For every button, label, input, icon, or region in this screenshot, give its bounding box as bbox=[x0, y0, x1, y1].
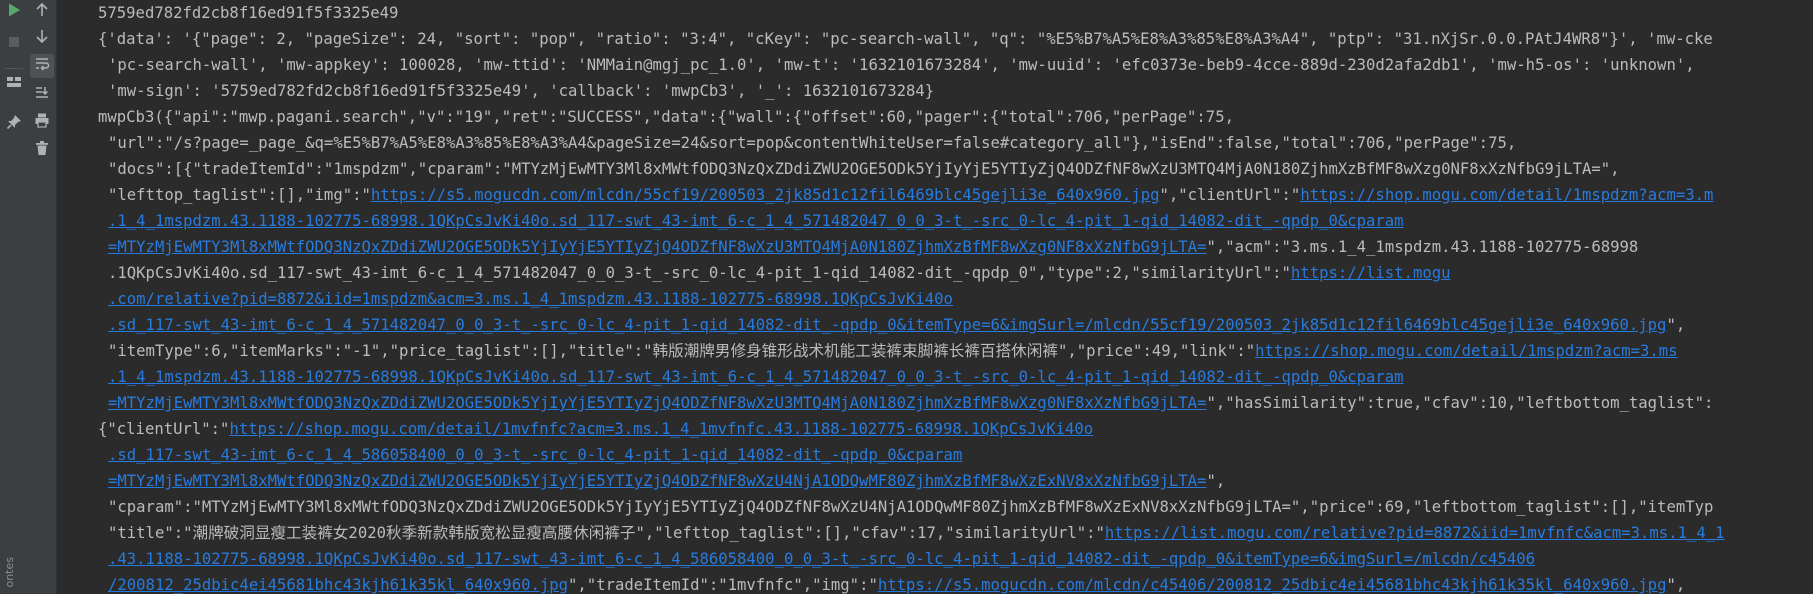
rerun-button[interactable] bbox=[2, 0, 26, 24]
console-hyperlink[interactable]: =MTYzMjEwMTY3Ml8xMWtfODQ3NzQxZDdiZWU2OGE… bbox=[108, 394, 1206, 412]
console-line: .1_4_1mspdzm.43.1188-102775-68998.1QKpCs… bbox=[98, 208, 1813, 234]
stop-icon bbox=[6, 34, 22, 54]
console-text: "cparam":"MTYzMjEwMTY3Ml8xMWtfODQ3NzQxZD… bbox=[108, 498, 1714, 516]
side-panel-label[interactable]: ontes bbox=[3, 557, 16, 588]
console-hyperlink[interactable]: .1_4_1mspdzm.43.1188-102775-68998.1QKpCs… bbox=[108, 368, 1404, 386]
console-line: "cparam":"MTYzMjEwMTY3Ml8xMWtfODQ3NzQxZD… bbox=[98, 494, 1813, 520]
console-line: 'pc-search-wall', 'mw-appkey': 100028, '… bbox=[98, 52, 1813, 78]
console-hyperlink[interactable]: .sd_117-swt_43-imt_6-c_1_4_586058400_0_0… bbox=[108, 446, 962, 464]
trash-icon bbox=[34, 140, 50, 160]
console-hyperlink[interactable]: .1_4_1mspdzm.43.1188-102775-68998.1QKpCs… bbox=[108, 212, 1404, 230]
console-line: .sd_117-swt_43-imt_6-c_1_4_571482047_0_0… bbox=[98, 312, 1813, 338]
console-text: ","hasSimilarity":true,"cfav":10,"leftbo… bbox=[1206, 394, 1714, 412]
console-line: .43.1188-102775-68998.1QKpCsJvKi40o.sd_1… bbox=[98, 546, 1813, 572]
console-text: "url":"/s?page=_page_&q=%E5%B7%A5%E8%A3%… bbox=[108, 134, 1517, 152]
soft-wrap-icon bbox=[34, 56, 50, 76]
console-line: =MTYzMjEwMTY3Ml8xMWtfODQ3NzQxZDdiZWU2OGE… bbox=[98, 468, 1813, 494]
console-line: "url":"/s?page=_page_&q=%E5%B7%A5%E8%A3%… bbox=[98, 130, 1813, 156]
console-line: "itemType":6,"itemMarks":"-1","price_tag… bbox=[98, 338, 1813, 364]
console-line: "docs":[{"tradeItemId":"1mspdzm","cparam… bbox=[98, 156, 1813, 182]
console-text: 'mw-sign': '5759ed782fd2cb8f16ed91f5f332… bbox=[108, 82, 935, 100]
console-line: /200812_25dbic4ei45681bhc43kjh61k35kl_64… bbox=[98, 572, 1813, 594]
layout-icon bbox=[6, 74, 22, 94]
console-text: 'pc-search-wall', 'mw-appkey': 100028, '… bbox=[108, 56, 1695, 74]
console-text: ", bbox=[1666, 316, 1686, 334]
print-icon bbox=[34, 112, 50, 132]
console-hyperlink[interactable]: /200812_25dbic4ei45681bhc43kjh61k35kl_64… bbox=[108, 576, 568, 594]
console-text: ","tradeItemId":"1mvfnfc","img":" bbox=[568, 576, 878, 594]
console-hyperlink[interactable]: https://shop.mogu.com/detail/1mspdzm?acm… bbox=[1255, 342, 1677, 360]
console-hyperlink[interactable]: https://s5.mogucdn.com/mlcdn/55cf19/2005… bbox=[371, 186, 1160, 204]
toolbar-right-column bbox=[28, 0, 56, 594]
console-hyperlink[interactable]: =MTYzMjEwMTY3Ml8xMWtfODQ3NzQxZDdiZWU2OGE… bbox=[108, 472, 1206, 490]
console-text: ","acm":"3.ms.1_4_1mspdzm.43.1188-102775… bbox=[1206, 238, 1639, 256]
console-text: "title":"潮牌破洞显瘦工装裤女2020秋季新款韩版宽松显瘦高腰休闲裤子"… bbox=[108, 524, 1105, 542]
console-text: "itemType":6,"itemMarks":"-1","price_tag… bbox=[108, 342, 1256, 360]
console-line: .1QKpCsJvKi40o.sd_117-swt_43-imt_6-c_1_4… bbox=[98, 260, 1813, 286]
console-hyperlink[interactable]: .43.1188-102775-68998.1QKpCsJvKi40o.sd_1… bbox=[108, 550, 1535, 568]
console-text: 5759ed782fd2cb8f16ed91f5f3325e49 bbox=[98, 4, 399, 22]
console-line: {"clientUrl":"https://shop.mogu.com/deta… bbox=[98, 416, 1813, 442]
console-hyperlink[interactable]: .com/relative?pid=8872&iid=1mspdzm&acm=3… bbox=[108, 290, 953, 308]
arrow-up-icon bbox=[34, 2, 50, 22]
clear-all-button[interactable] bbox=[30, 138, 54, 162]
console-text: mwpCb3({"api":"mwp.pagani.search","v":"1… bbox=[98, 108, 1234, 126]
toolbar-separator bbox=[5, 68, 23, 69]
console-text: {"clientUrl":" bbox=[98, 420, 230, 438]
stop-button[interactable] bbox=[2, 32, 26, 56]
arrow-down-icon bbox=[34, 28, 50, 48]
console-text: .1QKpCsJvKi40o.sd_117-swt_43-imt_6-c_1_4… bbox=[108, 264, 1291, 282]
console-line: mwpCb3({"api":"mwp.pagani.search","v":"1… bbox=[98, 104, 1813, 130]
scroll-to-end-icon bbox=[34, 84, 50, 104]
pin-tab-button[interactable] bbox=[2, 112, 26, 136]
console-text: ", bbox=[1206, 472, 1226, 490]
scroll-to-end-button[interactable] bbox=[30, 82, 54, 106]
console-hyperlink[interactable]: https://list.mogu bbox=[1291, 264, 1451, 282]
console-line: "title":"潮牌破洞显瘦工装裤女2020秋季新款韩版宽松显瘦高腰休闲裤子"… bbox=[98, 520, 1813, 546]
console-line: =MTYzMjEwMTY3Ml8xMWtfODQ3NzQxZDdiZWU2OGE… bbox=[98, 234, 1813, 260]
console-hyperlink[interactable]: https://list.mogu.com/relative?pid=8872&… bbox=[1105, 524, 1725, 542]
toolbar-left-column: ontes bbox=[0, 0, 28, 594]
run-tool-window-toolbar: ontes bbox=[0, 0, 57, 594]
console-hyperlink[interactable]: https://s5.mogucdn.com/mlcdn/c45406/2008… bbox=[878, 576, 1667, 594]
console-text: {'data': '{"page": 2, "pageSize": 24, "s… bbox=[98, 30, 1713, 48]
console-text: "lefttop_taglist":[],"img":" bbox=[108, 186, 371, 204]
console-line: .sd_117-swt_43-imt_6-c_1_4_586058400_0_0… bbox=[98, 442, 1813, 468]
console-line: "lefttop_taglist":[],"img":"https://s5.m… bbox=[98, 182, 1813, 208]
soft-wrap-button[interactable] bbox=[30, 54, 54, 78]
console-text: ","clientUrl":" bbox=[1159, 186, 1301, 204]
print-button[interactable] bbox=[30, 110, 54, 134]
next-occurrence-button[interactable] bbox=[30, 26, 54, 50]
console-line: 5759ed782fd2cb8f16ed91f5f3325e49 bbox=[98, 0, 1813, 26]
console-output[interactable]: 5759ed782fd2cb8f16ed91f5f3325e49 {'data':… bbox=[98, 0, 1813, 594]
console-hyperlink[interactable]: https://shop.mogu.com/detail/1mspdzm?acm… bbox=[1300, 186, 1713, 204]
layout-button[interactable] bbox=[2, 72, 26, 96]
pin-icon bbox=[6, 114, 22, 134]
console-line: .com/relative?pid=8872&iid=1mspdzm&acm=3… bbox=[98, 286, 1813, 312]
console-line: =MTYzMjEwMTY3Ml8xMWtfODQ3NzQxZDdiZWU2OGE… bbox=[98, 390, 1813, 416]
run-icon bbox=[6, 2, 22, 22]
console-hyperlink[interactable]: .sd_117-swt_43-imt_6-c_1_4_571482047_0_0… bbox=[108, 316, 1666, 334]
previous-occurrence-button[interactable] bbox=[30, 0, 54, 24]
console-line: .1_4_1mspdzm.43.1188-102775-68998.1QKpCs… bbox=[98, 364, 1813, 390]
console-hyperlink[interactable]: https://shop.mogu.com/detail/1mvfnfc?acm… bbox=[229, 420, 1093, 438]
console-line: 'mw-sign': '5759ed782fd2cb8f16ed91f5f332… bbox=[98, 78, 1813, 104]
console-text: ", bbox=[1666, 576, 1686, 594]
console-hyperlink[interactable]: =MTYzMjEwMTY3Ml8xMWtfODQ3NzQxZDdiZWU2OGE… bbox=[108, 238, 1206, 256]
console-line: {'data': '{"page": 2, "pageSize": 24, "s… bbox=[98, 26, 1813, 52]
console-text: "docs":[{"tradeItemId":"1mspdzm","cparam… bbox=[108, 160, 1620, 178]
